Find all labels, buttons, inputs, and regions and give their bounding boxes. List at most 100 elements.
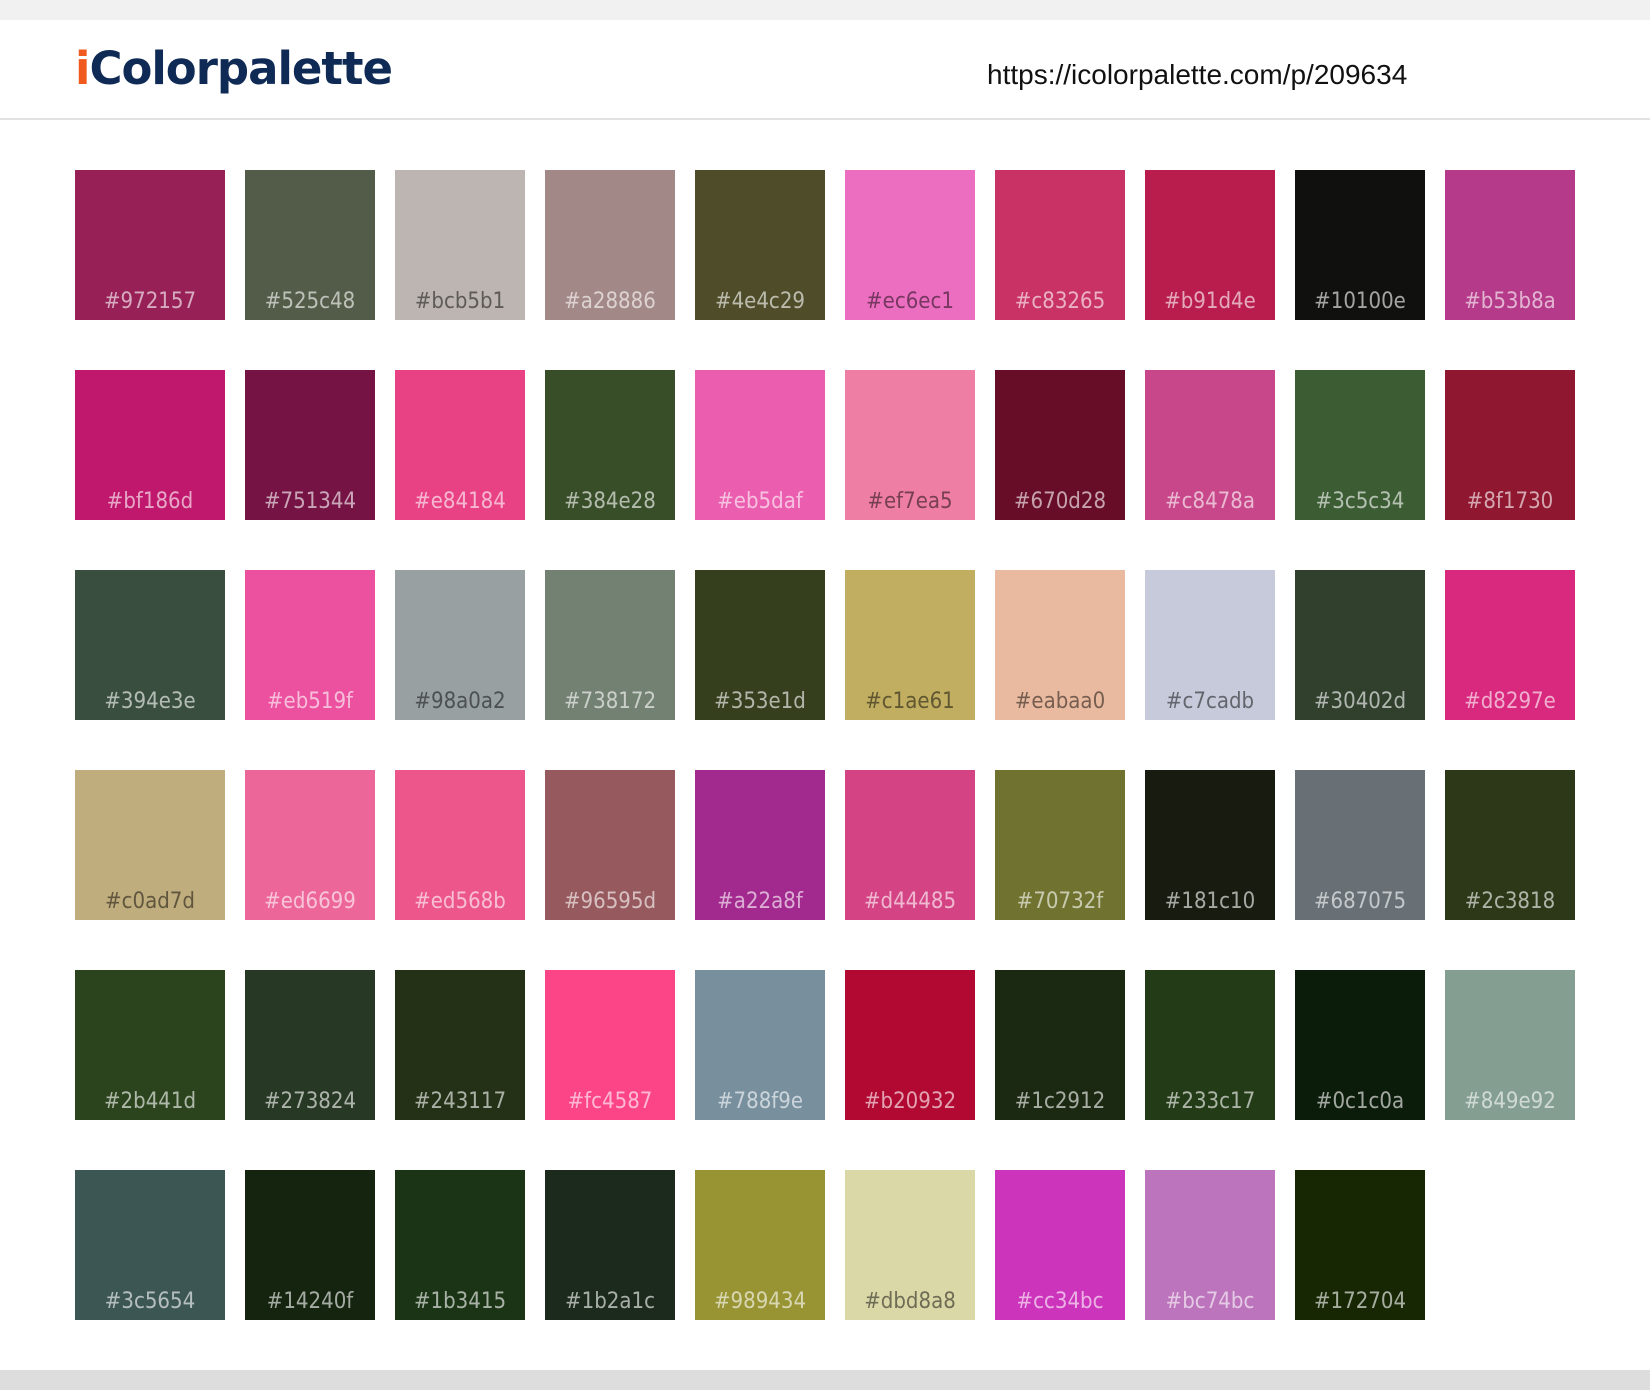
color-swatch[interactable]: #384e28 <box>545 370 675 520</box>
color-swatch[interactable]: #0c1c0a <box>1295 970 1425 1120</box>
swatch-hex-label: #687075 <box>1313 889 1407 914</box>
swatch-hex-label: #c8478a <box>1165 489 1255 514</box>
swatch-hex-label: #2b441d <box>103 1089 197 1114</box>
color-swatch[interactable]: #d8297e <box>1445 570 1575 720</box>
swatch-hex-label: #ed6699 <box>264 889 356 914</box>
color-swatch[interactable]: #eabaa0 <box>995 570 1125 720</box>
swatch-hex-label: #989434 <box>713 1289 807 1314</box>
color-swatch[interactable]: #ef7ea5 <box>845 370 975 520</box>
logo-text: Colorpalette <box>89 42 393 95</box>
color-swatch[interactable]: #b53b8a <box>1445 170 1575 320</box>
color-swatch[interactable]: #273824 <box>245 970 375 1120</box>
swatch-hex-label: #3c5c34 <box>1315 489 1405 514</box>
swatch-hex-label: #243117 <box>413 1089 507 1114</box>
color-swatch[interactable]: #c8478a <box>1145 370 1275 520</box>
swatch-hex-label: #fc4587 <box>567 1089 653 1114</box>
color-swatch[interactable]: #172704 <box>1295 1170 1425 1320</box>
color-swatch[interactable]: #a28886 <box>545 170 675 320</box>
header: iColorpalette https://icolorpalette.com/… <box>0 20 1650 120</box>
color-swatch[interactable]: #fc4587 <box>545 970 675 1120</box>
color-swatch[interactable]: #2c3818 <box>1445 770 1575 920</box>
color-swatch[interactable]: #181c10 <box>1145 770 1275 920</box>
swatch-hex-label: #525c48 <box>264 289 356 314</box>
swatch-hex-label: #353e1d <box>714 689 806 714</box>
color-swatch[interactable]: #b91d4e <box>1145 170 1275 320</box>
color-swatch[interactable]: #98a0a2 <box>395 570 525 720</box>
color-swatch[interactable]: #d44485 <box>845 770 975 920</box>
color-swatch[interactable]: #dbd8a8 <box>845 1170 975 1320</box>
swatch-hex-label: #b53b8a <box>1464 289 1556 314</box>
color-swatch[interactable]: #c1ae61 <box>845 570 975 720</box>
color-swatch[interactable]: #738172 <box>545 570 675 720</box>
swatch-hex-label: #bf186d <box>106 489 194 514</box>
color-swatch[interactable]: #ed568b <box>395 770 525 920</box>
swatch-hex-label: #cc34bc <box>1016 1289 1104 1314</box>
color-swatch[interactable]: #1b2a1c <box>545 1170 675 1320</box>
color-swatch[interactable]: #14240f <box>245 1170 375 1320</box>
color-swatch[interactable]: #eb519f <box>245 570 375 720</box>
color-swatch[interactable]: #849e92 <box>1445 970 1575 1120</box>
color-swatch[interactable]: #8f1730 <box>1445 370 1575 520</box>
site-logo[interactable]: iColorpalette <box>75 46 393 91</box>
swatch-hex-label: #c0ad7d <box>105 889 195 914</box>
color-swatch[interactable]: #751344 <box>245 370 375 520</box>
color-swatch[interactable]: #670d28 <box>995 370 1125 520</box>
swatch-hex-label: #ed568b <box>414 889 506 914</box>
swatch-hex-label: #2c3818 <box>1464 889 1556 914</box>
swatch-hex-label: #10100e <box>1314 289 1406 314</box>
swatch-hex-label: #96595d <box>563 889 657 914</box>
color-swatch[interactable]: #cc34bc <box>995 1170 1125 1320</box>
color-swatch[interactable]: #bc74bc <box>1145 1170 1275 1320</box>
color-swatch[interactable]: #a22a8f <box>695 770 825 920</box>
swatch-hex-label: #233c17 <box>1164 1089 1256 1114</box>
swatch-hex-label: #1b3415 <box>413 1289 507 1314</box>
swatch-hex-label: #a22a8f <box>717 889 803 914</box>
color-swatch[interactable]: #c83265 <box>995 170 1125 320</box>
swatch-hex-label: #1b2a1c <box>565 1289 655 1314</box>
page-url: https://icolorpalette.com/p/209634 <box>987 59 1408 90</box>
swatch-hex-label: #d44485 <box>863 889 957 914</box>
swatch-hex-label: #eb5daf <box>717 489 803 514</box>
color-swatch[interactable]: #1c2912 <box>995 970 1125 1120</box>
color-swatch[interactable]: #e84184 <box>395 370 525 520</box>
swatch-hex-label: #738172 <box>563 689 657 714</box>
color-swatch[interactable]: #bcb5b1 <box>395 170 525 320</box>
color-swatch[interactable]: #394e3e <box>75 570 225 720</box>
color-swatch[interactable]: #243117 <box>395 970 525 1120</box>
color-swatch[interactable]: #972157 <box>75 170 225 320</box>
color-swatch[interactable]: #1b3415 <box>395 1170 525 1320</box>
swatch-hex-label: #c1ae61 <box>865 689 955 714</box>
color-swatch[interactable]: #10100e <box>1295 170 1425 320</box>
swatch-hex-label: #c83265 <box>1014 289 1106 314</box>
color-swatch[interactable]: #3c5c34 <box>1295 370 1425 520</box>
color-swatch[interactable]: #b20932 <box>845 970 975 1120</box>
swatch-hex-label: #4e4c29 <box>714 289 805 314</box>
color-swatch[interactable]: #c0ad7d <box>75 770 225 920</box>
color-swatch[interactable]: #525c48 <box>245 170 375 320</box>
color-swatch[interactable]: #989434 <box>695 1170 825 1320</box>
color-swatch[interactable]: #4e4c29 <box>695 170 825 320</box>
swatch-hex-label: #c7cadb <box>1165 689 1255 714</box>
color-swatch[interactable]: #eb5daf <box>695 370 825 520</box>
color-swatch[interactable]: #233c17 <box>1145 970 1275 1120</box>
color-swatch[interactable]: #788f9e <box>695 970 825 1120</box>
color-swatch[interactable]: #bf186d <box>75 370 225 520</box>
footer-bar <box>0 1370 1650 1390</box>
swatch-hex-label: #70732f <box>1016 889 1104 914</box>
swatch-hex-label: #849e92 <box>1464 1089 1556 1114</box>
swatch-hex-label: #a28886 <box>564 289 656 314</box>
color-swatch[interactable]: #70732f <box>995 770 1125 920</box>
color-swatch[interactable]: #30402d <box>1295 570 1425 720</box>
swatch-hex-label: #14240f <box>266 1289 354 1314</box>
color-swatch[interactable]: #c7cadb <box>1145 570 1275 720</box>
color-swatch[interactable]: #353e1d <box>695 570 825 720</box>
color-swatch[interactable]: #2b441d <box>75 970 225 1120</box>
color-swatch[interactable]: #687075 <box>1295 770 1425 920</box>
color-swatch[interactable]: #ec6ec1 <box>845 170 975 320</box>
swatch-hex-label: #ef7ea5 <box>867 489 953 514</box>
swatch-hex-label: #dbd8a8 <box>864 1289 956 1314</box>
swatch-hex-label: #b20932 <box>863 1089 957 1114</box>
color-swatch[interactable]: #ed6699 <box>245 770 375 920</box>
color-swatch[interactable]: #3c5654 <box>75 1170 225 1320</box>
color-swatch[interactable]: #96595d <box>545 770 675 920</box>
